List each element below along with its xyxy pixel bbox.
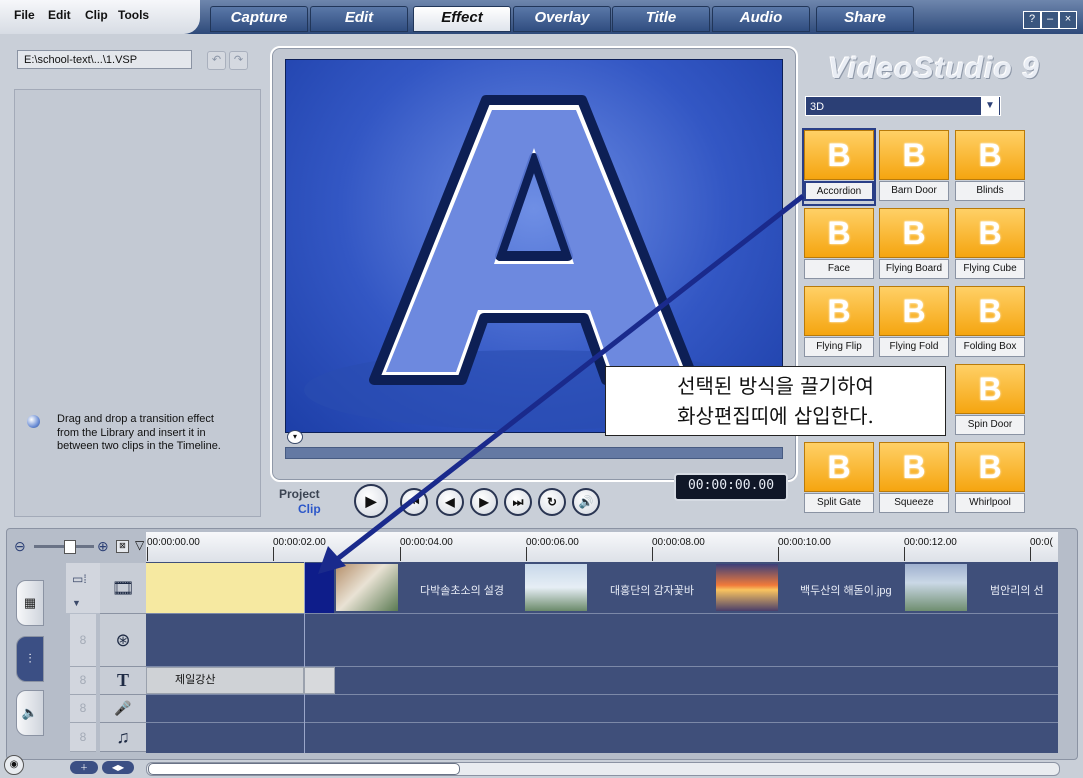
drag-arrow: [318, 194, 805, 574]
drag-arrow-line: [334, 194, 805, 562]
drag-arrow-head: [318, 546, 346, 574]
